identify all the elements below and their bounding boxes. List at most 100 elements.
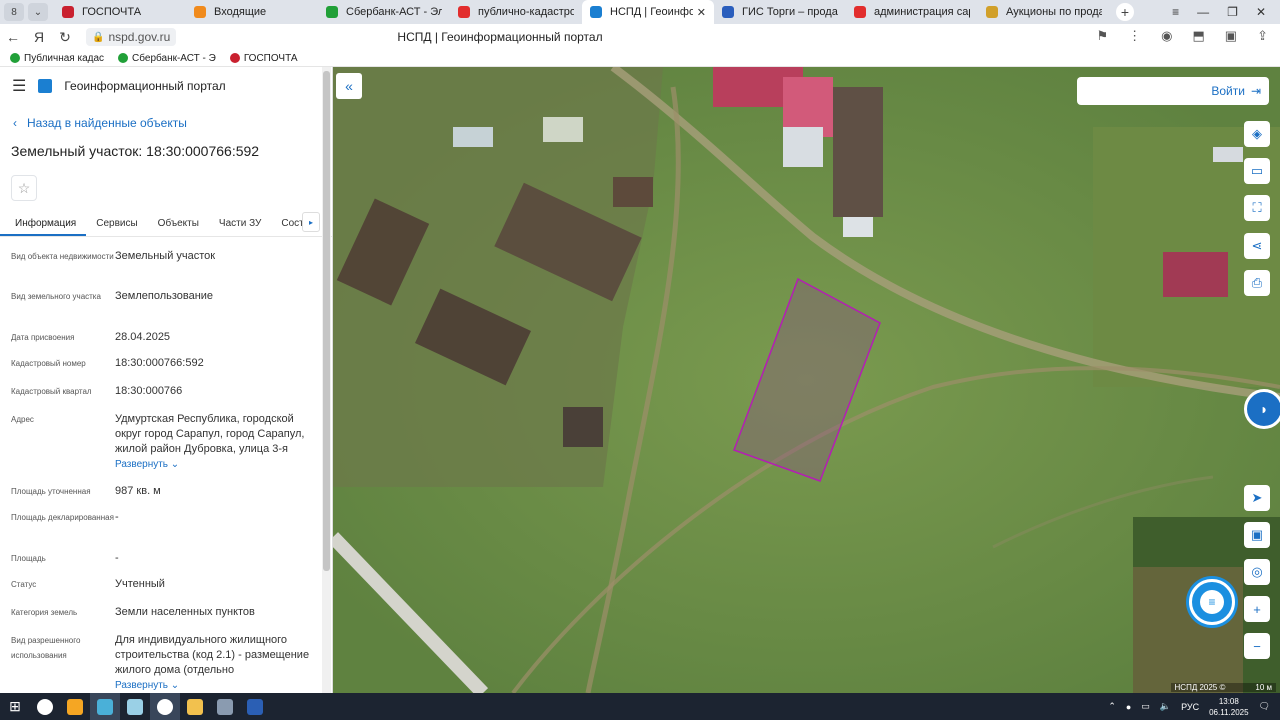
browser-tab[interactable]: НСПД | Геоинформаци ✕ [582,0,714,24]
tab-favicon-icon [326,6,338,18]
bookmark-item[interactable]: ГОСПОЧТА [229,52,298,64]
close-window-icon[interactable]: ✕ [1256,5,1266,19]
attribute-value-text: Учтенный [115,578,165,590]
tabs-dropdown-icon[interactable]: ⌄ [28,3,48,21]
attribution-text: НСПД 2025 © [1174,683,1226,692]
tab-title: ГИС Торги – продажи гос [742,6,838,18]
browser-tab[interactable]: ГИС Торги – продажи гос [714,0,846,24]
clock[interactable]: 13:08 06.11.2025 [1209,696,1248,718]
share-icon[interactable]: ⇪ [1257,28,1268,44]
bookmark-item[interactable]: Публичная кадас [10,53,104,64]
object-tabs: Информация Сервисы Объекты Части ЗУ Соста ▸ [0,212,332,237]
favorite-star-icon[interactable]: ☆ [11,175,37,201]
mail-app-icon[interactable] [60,693,90,720]
tablet-app-icon[interactable] [90,693,120,720]
panel-scrollbar[interactable] [322,67,331,693]
attribute-value-text: Земельный участок [115,250,216,262]
tab-favicon-icon [458,6,470,18]
language-indicator[interactable]: РУС [1181,702,1199,712]
network-icon[interactable]: ▭ [1141,701,1150,712]
attribute-value: Земли населенных пунктов [115,605,315,633]
browser-tab[interactable]: администрация сарапул [846,0,978,24]
volume-icon[interactable]: 🔈 [1160,701,1171,712]
attribute-value: 18:30:000766 [115,384,315,412]
panel-tab[interactable]: Информация [0,215,87,236]
more-icon[interactable]: ⋮ [1128,28,1141,44]
start-icon[interactable]: ⊞ [0,693,30,720]
tray-chevron-icon[interactable]: ⌃ [1108,701,1116,712]
attribute-value-text: 18:30:000766 [115,385,183,397]
geolocation-icon[interactable]: ◎ [1244,559,1270,585]
panel-tab[interactable]: Части ЗУ [209,215,271,236]
attribute-key: Площадь уточненная [11,487,91,496]
bookmark-icon[interactable]: ⚑ [1097,28,1109,44]
browser-tab[interactable]: ГОСПОЧТА [54,0,186,24]
expand-link[interactable]: Развернуть ⌄ [115,457,315,472]
bookmark-label: ГОСПОЧТА [243,52,298,64]
browser-tab[interactable]: Сбербанк-АСТ - Электро [318,0,450,24]
yandex-app-icon[interactable] [150,693,180,720]
browser-tab[interactable]: Входящие [186,0,318,24]
back-label: Назад в найденные объекты [27,116,187,130]
back-to-results-link[interactable]: ‹ Назад в найденные объекты [0,105,332,130]
bookmark-label: Сбербанк-АСТ - Э [132,52,216,64]
panel-tab[interactable]: Объекты [148,215,209,236]
map-view[interactable]: « Войти ⇥ ◈ ▭ ⛶ ⋖ ⎙ ◗ ➤ ▣ ◎ ≡ + − НСПД 2… [333,67,1280,693]
tabs-scroll-right-icon[interactable]: ▸ [302,212,320,232]
close-tab-icon[interactable]: ✕ [697,6,706,19]
attribute-row: Площадь декларированная - [11,510,332,551]
minimize-icon[interactable]: — [1197,5,1209,19]
attribute-value-text: Землепользование [115,290,214,302]
attribute-key: Адрес [11,415,34,424]
collapse-panel-button[interactable]: « [336,73,362,99]
share-map-icon[interactable]: ⋖ [1244,233,1270,259]
notes-app-icon[interactable] [120,693,150,720]
bookmark-item[interactable]: Сбербанк-АСТ - Э [118,53,216,64]
restore-icon[interactable]: ❐ [1227,5,1238,19]
tray-app-icon[interactable]: ● [1126,702,1131,712]
assistant-icon[interactable]: ◗ [1244,389,1280,429]
panel-tab[interactable]: Сервисы [86,215,147,236]
print-icon[interactable]: ⎙ [1244,270,1270,296]
browser-tab[interactable]: публично-кадастровая к [450,0,582,24]
attribute-value: 28.04.2025 [115,330,315,356]
downloads-icon[interactable]: ⬒ [1193,28,1205,44]
attribute-value: Землепользование [115,289,315,330]
expand-link[interactable]: Развернуть ⌄ [115,678,315,693]
attribute-key: Вид объекта недвижимости [11,252,114,261]
attribute-row: Площадь - [11,551,332,577]
tab-favicon-icon [194,6,206,18]
ruler-icon[interactable]: ▭ [1244,158,1270,184]
login-button[interactable]: Войти ⇥ [1077,77,1269,105]
extension-icon[interactable]: ◉ [1161,28,1172,44]
attribute-value: Земельный участок [115,249,315,289]
tab-favicon-icon [62,6,74,18]
select-area-icon[interactable]: ⛶ [1244,195,1270,221]
locate-icon[interactable]: ➤ [1244,485,1270,511]
attribute-row: Площадь уточненная 987 кв. м [11,484,332,510]
word-icon[interactable] [240,693,270,720]
tabs-menu-button[interactable]: 8 [4,3,24,21]
zoom-in-button[interactable]: + [1244,596,1270,622]
attribute-key: Категория земель [11,608,78,617]
attribute-row: Вид земельного участка Землепользование [11,289,332,330]
explorer-icon[interactable] [180,693,210,720]
zoom-out-button[interactable]: − [1244,633,1270,659]
collections-icon[interactable]: ▣ [1225,28,1237,44]
minimap-icon[interactable]: ▣ [1244,522,1270,548]
yandex-browser-icon[interactable] [30,693,60,720]
layers-icon[interactable]: ◈ [1244,121,1270,147]
hamburger-icon[interactable]: ☰ [12,76,26,96]
menu-icon[interactable]: ≡ [1172,5,1179,19]
chat-button[interactable]: ≡ [1189,579,1235,625]
attribute-row: Адрес Удмуртская Республика, городской ок… [11,412,332,484]
scrollbar-thumb[interactable] [323,71,330,571]
bookmark-favicon-icon [118,53,129,63]
bookmarks-bar: Публичная кадас Сбербанк-АСТ - Э ГОСПОЧТА [0,50,1280,67]
notifications-icon[interactable]: 🗨 [1259,701,1270,712]
attribute-value-text: 28.04.2025 [115,331,171,343]
object-panel: ☰ Геоинформационный портал ‹ Назад в най… [0,67,333,693]
browser-tab[interactable]: Аукционы по продаже пр [978,0,1110,24]
photos-app-icon[interactable] [210,693,240,720]
new-tab-button[interactable]: + [1116,3,1134,21]
